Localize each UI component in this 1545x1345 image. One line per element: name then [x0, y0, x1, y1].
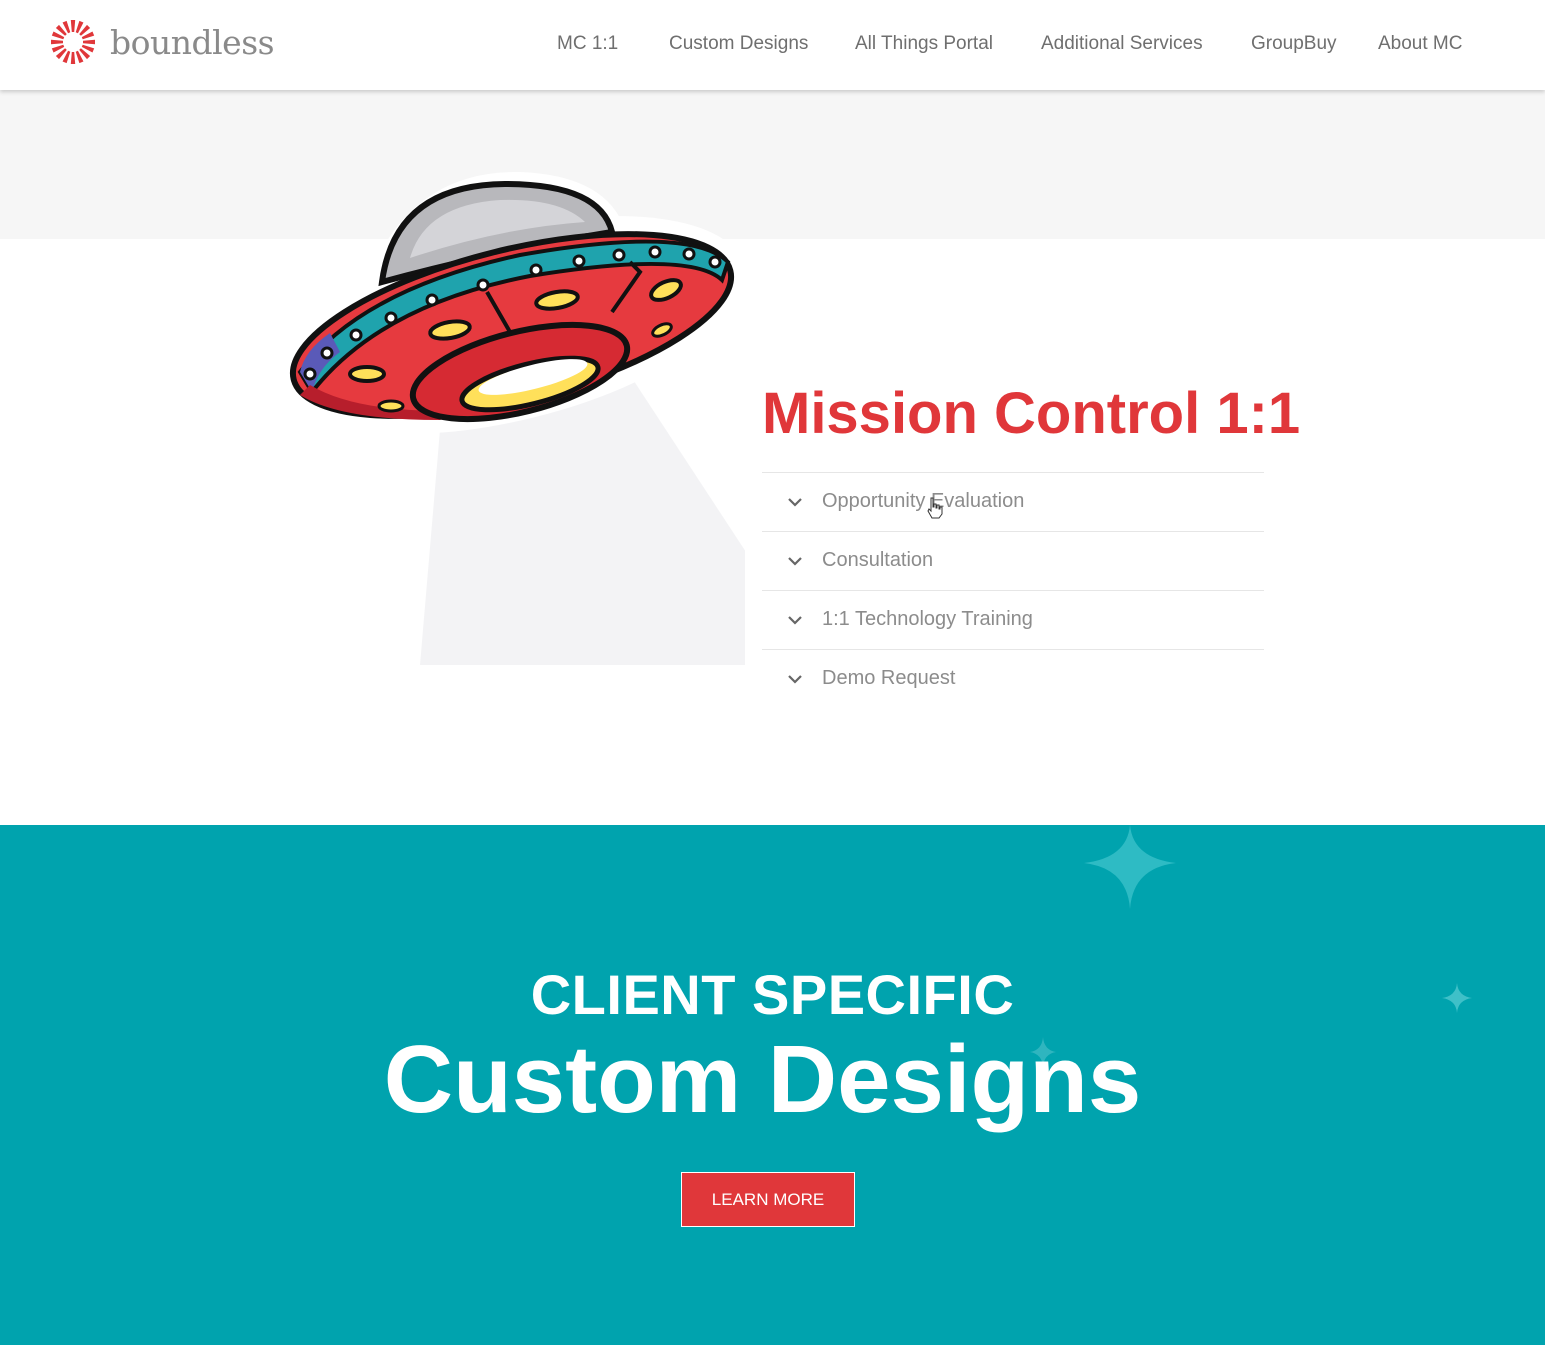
nav-item-custom-designs[interactable]: Custom Designs	[669, 33, 808, 55]
chevron-down-icon	[788, 675, 802, 684]
nav-item-about-mc[interactable]: About MC	[1378, 33, 1462, 55]
nav-item-additional-services[interactable]: Additional Services	[1041, 33, 1203, 55]
accordion-item-demo-request[interactable]: Demo Request	[762, 649, 1264, 708]
learn-more-button[interactable]: LEARN MORE	[681, 1172, 855, 1227]
nav-item-groupbuy[interactable]: GroupBuy	[1251, 33, 1337, 55]
services-accordion: Opportunity Evaluation Consultation 1:1 …	[762, 472, 1264, 708]
custom-designs-section: CLIENT SPECIFIC Custom Designs LEARN MOR…	[0, 825, 1545, 1345]
accordion-item-consultation[interactable]: Consultation	[762, 531, 1264, 590]
page-title: Mission Control 1:1	[762, 381, 1301, 446]
accordion-item-opportunity-evaluation[interactable]: Opportunity Evaluation	[762, 472, 1264, 531]
accordion-label: Consultation	[822, 549, 934, 571]
nav-item-mc-1-1[interactable]: MC 1:1	[557, 33, 618, 55]
accordion-item-technology-training[interactable]: 1:1 Technology Training	[762, 590, 1264, 649]
hand-cursor-icon	[927, 497, 943, 519]
accordion-label: 1:1 Technology Training	[822, 608, 1033, 630]
main-nav: MC 1:1 Custom Designs All Things Portal …	[0, 0, 1545, 90]
top-navigation-bar: boundless MC 1:1 Custom Designs All Thin…	[0, 0, 1545, 90]
chevron-down-icon	[788, 616, 802, 625]
section-subtitle: CLIENT SPECIFIC	[530, 963, 1015, 1026]
hero-grey-band	[0, 90, 1545, 239]
section-title: Custom Designs	[383, 1026, 1142, 1133]
nav-item-all-things-portal[interactable]: All Things Portal	[855, 33, 993, 55]
chevron-down-icon	[788, 498, 802, 507]
accordion-label: Opportunity Evaluation	[822, 490, 1025, 512]
accordion-label: Demo Request	[822, 667, 956, 689]
sparkle-icon	[1084, 825, 1176, 909]
chevron-down-icon	[788, 557, 802, 566]
ufo-illustration	[285, 171, 745, 665]
